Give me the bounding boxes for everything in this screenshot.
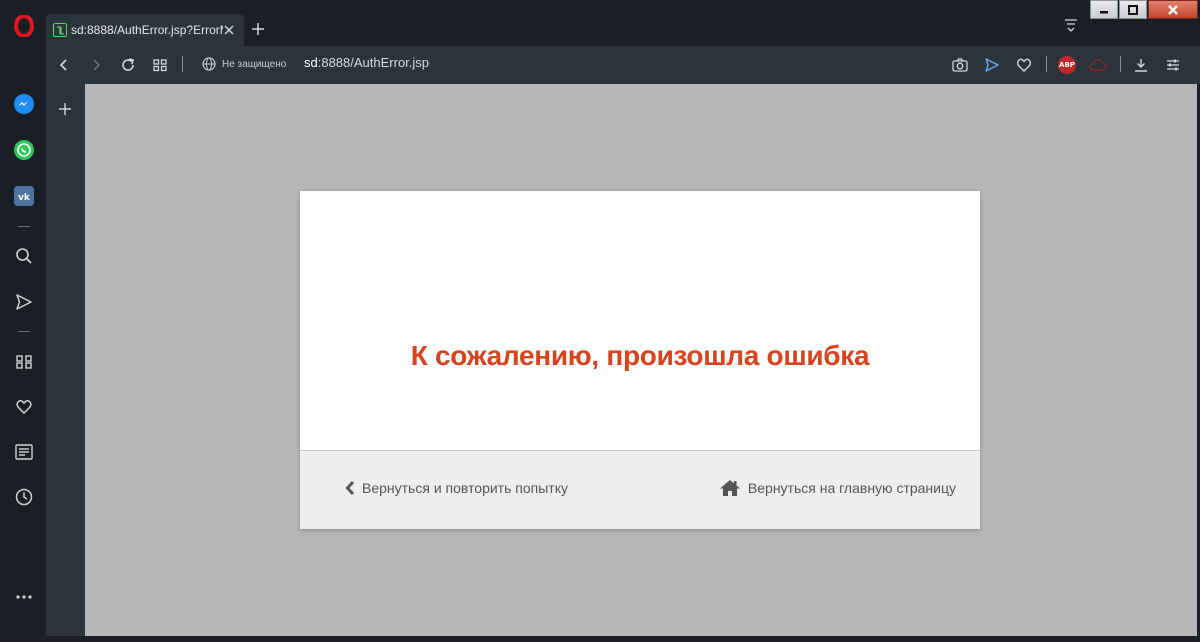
speed-dial-button[interactable] bbox=[150, 55, 170, 75]
tab-menu-icon[interactable] bbox=[1062, 16, 1080, 34]
download-icon bbox=[1135, 59, 1147, 72]
minimize-icon bbox=[1100, 10, 1108, 13]
chevron-left-icon bbox=[345, 480, 355, 496]
add-icon[interactable] bbox=[57, 101, 73, 117]
url-host: sd bbox=[304, 55, 318, 70]
snapshot-button[interactable] bbox=[950, 55, 970, 75]
address-toolbar: Не защищено sd:8888/AuthError.jsp ABP bbox=[46, 46, 1200, 84]
downloads-button[interactable] bbox=[1131, 55, 1151, 75]
error-title: К сожалению, произошла ошибка bbox=[410, 339, 870, 371]
maximize-icon bbox=[1128, 4, 1138, 15]
messenger-icon[interactable] bbox=[11, 91, 37, 117]
grid-icon bbox=[153, 59, 167, 72]
browser-window: vk sd:8888/AuthError.jsp?ErrorM Не защищ… bbox=[0, 0, 1200, 642]
more-icon[interactable] bbox=[11, 584, 37, 610]
news-icon[interactable] bbox=[11, 439, 37, 465]
tab-active[interactable]: sd:8888/AuthError.jsp?ErrorM bbox=[46, 14, 244, 46]
settings-sliders-icon bbox=[1167, 59, 1179, 71]
new-tab-icon[interactable] bbox=[249, 20, 267, 38]
vk-icon[interactable]: vk bbox=[11, 183, 37, 209]
globe-icon bbox=[202, 57, 216, 71]
sidebar-divider bbox=[18, 226, 30, 227]
minimize-button[interactable] bbox=[1090, 0, 1118, 19]
heart-icon bbox=[1016, 58, 1032, 72]
window-bottom-edge bbox=[46, 636, 1200, 642]
opera-sidebar: vk bbox=[0, 0, 46, 642]
window-controls bbox=[1089, 0, 1198, 20]
vpn-cloud-button[interactable] bbox=[1088, 55, 1108, 75]
heart-icon[interactable] bbox=[11, 394, 37, 420]
back-arrow-icon bbox=[59, 59, 67, 71]
opera-logo-icon[interactable] bbox=[13, 15, 35, 37]
retry-link-label: Вернуться и повторить попытку bbox=[362, 480, 568, 496]
error-card: К сожалению, произошла ошибка Вернуться … bbox=[300, 191, 980, 529]
reload-icon bbox=[122, 58, 134, 71]
toolbar-divider bbox=[1046, 56, 1047, 72]
camera-icon bbox=[952, 58, 968, 72]
close-window-button[interactable] bbox=[1148, 0, 1198, 19]
adblock-button[interactable]: ABP bbox=[1057, 55, 1077, 75]
error-card-footer: Вернуться и повторить попытку Вернуться … bbox=[300, 450, 980, 529]
tab-groups-strip bbox=[46, 84, 85, 636]
page-viewport: К сожалению, произошла ошибка Вернуться … bbox=[85, 84, 1197, 636]
maximize-button[interactable] bbox=[1119, 0, 1147, 19]
error-card-body: К сожалению, произошла ошибка bbox=[300, 191, 980, 450]
adblock-plus-icon: ABP bbox=[1058, 56, 1076, 74]
site-security-badge[interactable]: Не защищено bbox=[202, 57, 286, 71]
site-favicon-icon bbox=[53, 23, 67, 37]
toolbar-divider bbox=[182, 56, 183, 72]
url-field[interactable]: sd:8888/AuthError.jsp bbox=[304, 55, 804, 75]
send-to-flow-button[interactable] bbox=[982, 55, 1002, 75]
home-icon bbox=[719, 480, 740, 496]
speed-dial-icon[interactable] bbox=[11, 349, 37, 375]
sidebar-divider bbox=[18, 331, 30, 332]
back-button[interactable] bbox=[54, 55, 74, 75]
tab-title: sd:8888/AuthError.jsp?ErrorM bbox=[71, 23, 223, 37]
search-icon[interactable] bbox=[11, 243, 37, 269]
security-label: Не защищено bbox=[222, 58, 287, 70]
close-icon bbox=[1168, 4, 1178, 15]
whatsapp-icon[interactable] bbox=[11, 137, 37, 163]
bookmark-button[interactable] bbox=[1014, 55, 1034, 75]
home-link[interactable]: Вернуться на главную страницу bbox=[719, 479, 956, 497]
toolbar-divider bbox=[1120, 56, 1121, 72]
send-icon bbox=[985, 58, 999, 72]
send-icon[interactable] bbox=[11, 289, 37, 315]
svg-text:vk: vk bbox=[18, 193, 31, 203]
tab-bar: sd:8888/AuthError.jsp?ErrorM bbox=[46, 0, 1200, 46]
home-link-label: Вернуться на главную страницу bbox=[747, 480, 956, 496]
forward-arrow-icon bbox=[93, 59, 101, 71]
reload-button[interactable] bbox=[118, 55, 138, 75]
retry-link[interactable]: Вернуться и повторить попытку bbox=[345, 480, 568, 496]
easy-setup-button[interactable] bbox=[1163, 55, 1183, 75]
close-tab-icon[interactable] bbox=[222, 23, 236, 37]
forward-button[interactable] bbox=[86, 55, 106, 75]
cloud-icon bbox=[1089, 59, 1107, 71]
history-icon[interactable] bbox=[11, 484, 37, 510]
url-path: :8888/AuthError.jsp bbox=[317, 55, 430, 70]
